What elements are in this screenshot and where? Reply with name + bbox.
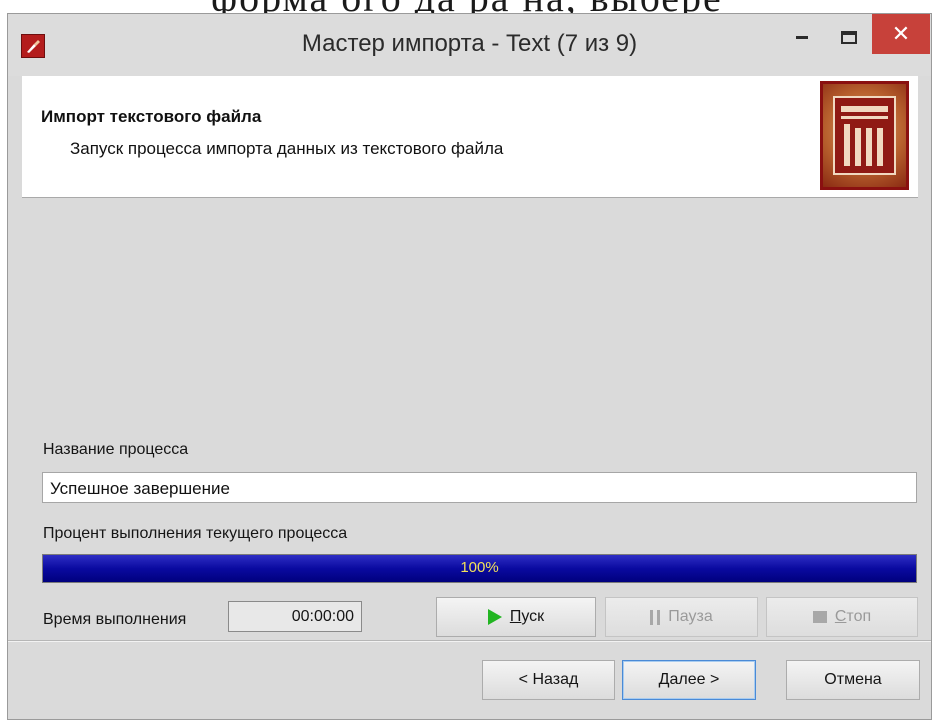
elapsed-time-field: 00:00:00 — [228, 601, 362, 632]
start-button[interactable]: Пуск — [436, 597, 596, 637]
pause-button[interactable]: Пауза — [605, 597, 758, 637]
play-icon — [487, 609, 502, 625]
stop-button[interactable]: Стоп — [766, 597, 918, 637]
start-button-label: Пуск — [509, 608, 545, 625]
process-name-label: Название процесса — [43, 441, 189, 458]
step-title: Импорт текстового файла — [41, 107, 262, 126]
import-wizard-window: Мастер импорта - Text (7 из 9) ✕ Импорт … — [7, 13, 932, 720]
footer-separator-highlight — [8, 641, 931, 642]
cancel-button[interactable]: Отмена — [786, 660, 920, 700]
pause-button-label: Пауза — [668, 608, 713, 625]
process-name-field[interactable]: Успешное завершение — [42, 472, 917, 503]
minimize-icon — [796, 35, 808, 39]
next-button[interactable]: Далее > — [622, 660, 756, 700]
maximize-icon — [841, 30, 857, 44]
close-icon: ✕ — [891, 21, 911, 46]
minimize-button[interactable] — [778, 14, 826, 60]
title-bar[interactable]: Мастер импорта - Text (7 из 9) ✕ — [8, 14, 931, 76]
progress-percent-text: 100% — [460, 559, 499, 576]
import-wizard-logo-icon — [820, 81, 909, 190]
maximize-button[interactable] — [826, 14, 872, 60]
back-button[interactable]: < Назад — [482, 660, 615, 700]
logo-inner — [833, 96, 896, 175]
elapsed-time-label: Время выполнения — [43, 611, 187, 628]
pause-icon — [650, 609, 661, 625]
close-button[interactable]: ✕ — [872, 14, 930, 54]
stop-button-label: Стоп — [834, 608, 872, 625]
progress-label: Процент выполнения текущего процесса — [43, 525, 348, 542]
stop-icon — [812, 611, 827, 623]
progress-bar: 100% — [42, 554, 917, 583]
screen: форма ого да ра на, выбере Мастер импорт… — [0, 0, 934, 720]
step-description: Запуск процесса импорта данных из тексто… — [70, 139, 504, 158]
wizard-header: Импорт текстового файла Запуск процесса … — [22, 76, 918, 198]
